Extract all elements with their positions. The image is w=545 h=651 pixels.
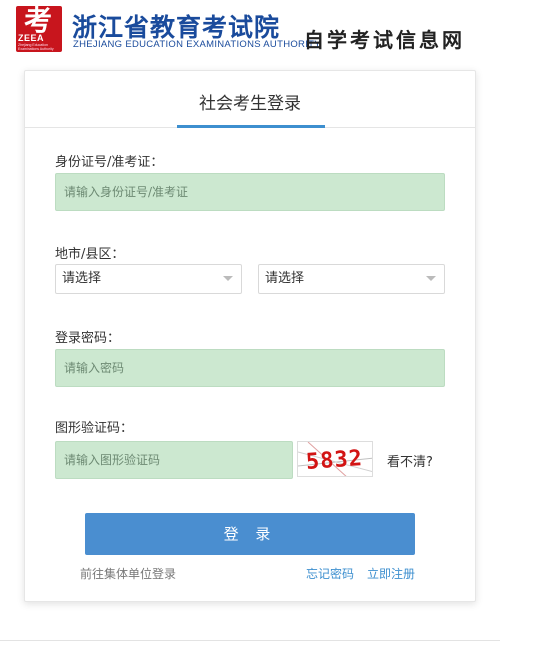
org-name-en: ZHEJIANG EDUCATION EXAMINATIONS AUTHORIT… xyxy=(73,39,321,50)
zeea-logo: 考 ZEEA Zhejiang Education Examinations A… xyxy=(16,6,62,52)
card-header: 社会考生登录 xyxy=(25,71,475,128)
tab-social-candidate-login[interactable]: 社会考生登录 xyxy=(25,89,475,114)
city-select-value: 请选择 xyxy=(62,271,102,286)
refresh-captcha-link[interactable]: 看不清? xyxy=(387,451,433,470)
group-login-link[interactable]: 前往集体单位登录 xyxy=(80,565,176,582)
id-number-input[interactable]: 请输入身份证号/准考证 xyxy=(55,173,445,211)
site-name: 自学考试信息网 xyxy=(304,28,465,52)
captcha-text: 5832 xyxy=(305,446,364,475)
logo-subtitle: Zhejiang Education Examinations Authorit… xyxy=(18,43,54,51)
logo-glyph: 考 xyxy=(24,6,53,37)
site-header: 考 ZEEA Zhejiang Education Examinations A… xyxy=(16,6,496,54)
active-tab-indicator xyxy=(177,125,325,128)
captcha-image[interactable]: 5832 xyxy=(297,441,373,477)
id-number-label: 身份证号/准考证： xyxy=(55,155,164,170)
region-label: 地市/县区： xyxy=(55,247,125,262)
district-select[interactable]: 请选择 xyxy=(258,264,445,294)
city-select[interactable]: 请选择 xyxy=(55,264,242,294)
login-button[interactable]: 登 录 xyxy=(85,513,415,555)
password-label: 登录密码： xyxy=(55,331,121,346)
captcha-label: 图形验证码： xyxy=(55,421,134,436)
district-select-value: 请选择 xyxy=(265,271,305,286)
register-link[interactable]: 立即注册 xyxy=(367,565,415,582)
captcha-input[interactable]: 请输入图形验证码 xyxy=(55,441,293,479)
chevron-down-icon xyxy=(426,276,436,281)
login-card: 社会考生登录 身份证号/准考证： 请输入身份证号/准考证 地市/县区： 请选择 … xyxy=(24,70,476,602)
password-input[interactable]: 请输入密码 xyxy=(55,349,445,387)
forgot-password-link[interactable]: 忘记密码 xyxy=(306,565,354,582)
logo-abbr: ZEEA xyxy=(18,33,45,43)
chevron-down-icon xyxy=(223,276,233,281)
bottom-divider xyxy=(0,640,500,641)
